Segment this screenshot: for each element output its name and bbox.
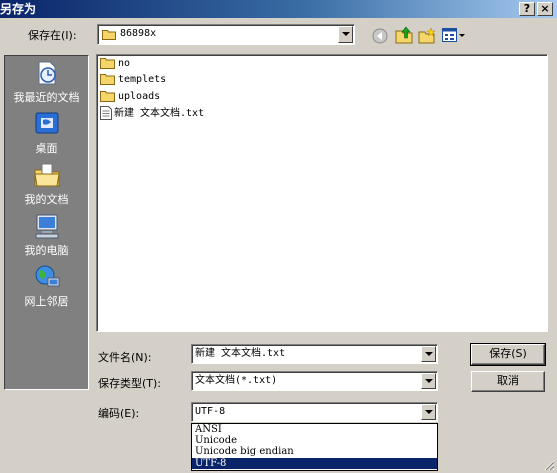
file-list[interactable]: no templets uploads 新建 文本文档.txt: [96, 54, 548, 332]
encoding-option[interactable]: ANSI: [192, 424, 437, 435]
filename-value: 新建 文本文档.txt: [195, 348, 286, 359]
encoding-value: UTF-8: [195, 406, 226, 417]
file-name: no: [118, 58, 131, 69]
filetype-label: 保存类型(T):: [98, 377, 162, 390]
encoding-label: 编码(E):: [98, 407, 140, 420]
filename-dropdown-button[interactable]: [421, 346, 436, 362]
view-menu-icon[interactable]: [442, 28, 466, 43]
recent-documents-icon: [38, 61, 56, 85]
help-button[interactable]: ?: [519, 2, 535, 16]
lookin-select[interactable]: 86898x: [97, 24, 355, 45]
my-documents-icon: [33, 163, 60, 187]
lookin-dropdown-button[interactable]: [338, 26, 353, 43]
lookin-label: 保存在(I):: [28, 29, 77, 42]
list-item[interactable]: 新建 文本文档.txt: [100, 106, 204, 122]
text-file-icon: [100, 106, 112, 120]
folder-icon: [100, 74, 115, 85]
desktop-icon: [35, 112, 58, 134]
title-bar[interactable]: 另存为 ? ×: [0, 0, 557, 18]
list-item[interactable]: no: [100, 56, 130, 72]
close-button[interactable]: ×: [537, 2, 553, 16]
encoding-option[interactable]: Unicode: [192, 435, 437, 446]
encoding-options-list[interactable]: ANSI Unicode Unicode big endian UTF-8: [191, 423, 438, 471]
place-label: 我的电脑: [24, 244, 69, 257]
up-folder-icon[interactable]: [395, 26, 413, 44]
list-item[interactable]: uploads: [100, 89, 160, 105]
filename-field[interactable]: 新建 文本文档.txt: [191, 344, 438, 364]
encoding-select[interactable]: UTF-8: [191, 402, 438, 422]
resize-grip-icon[interactable]: [543, 459, 555, 471]
file-name: templets: [118, 74, 167, 85]
filetype-select[interactable]: 文本文档(*.txt): [191, 371, 438, 391]
folder-icon: [100, 58, 115, 69]
my-computer-icon: [35, 214, 58, 239]
place-label: 我最近的文档: [13, 91, 80, 104]
list-item[interactable]: templets: [100, 72, 166, 88]
place-desktop[interactable]: 桌面: [5, 110, 88, 156]
file-name: uploads: [118, 91, 161, 102]
folder-icon: [102, 30, 116, 40]
new-folder-icon[interactable]: [418, 27, 436, 44]
filetype-dropdown-button[interactable]: [421, 373, 436, 389]
place-my-documents[interactable]: 我的文档: [5, 161, 88, 207]
filename-label: 文件名(N):: [98, 351, 152, 364]
place-recent-documents[interactable]: 我最近的文档: [5, 59, 88, 105]
file-name: 新建 文本文档.txt: [114, 108, 205, 119]
save-button[interactable]: 保存(S): [470, 343, 546, 366]
network-places-icon: [35, 265, 59, 287]
places-bar: 我最近的文档 桌面 我的文档 我的电脑 网上邻居: [4, 55, 89, 390]
back-icon[interactable]: [372, 28, 388, 44]
cancel-button[interactable]: 取消: [471, 371, 545, 392]
place-label: 桌面: [35, 142, 58, 155]
place-label: 网上邻居: [24, 295, 69, 308]
encoding-option[interactable]: Unicode big endian: [192, 446, 437, 457]
folder-icon: [100, 91, 115, 102]
encoding-option-selected[interactable]: UTF-8: [192, 458, 437, 469]
lookin-value: 86898x: [120, 28, 157, 39]
filetype-value: 文本文档(*.txt): [195, 375, 278, 386]
place-label: 我的文档: [24, 193, 69, 206]
place-network-places[interactable]: 网上邻居: [5, 263, 88, 309]
place-my-computer[interactable]: 我的电脑: [5, 212, 88, 258]
window-title: 另存为: [0, 2, 37, 16]
encoding-dropdown-button[interactable]: [421, 404, 436, 420]
